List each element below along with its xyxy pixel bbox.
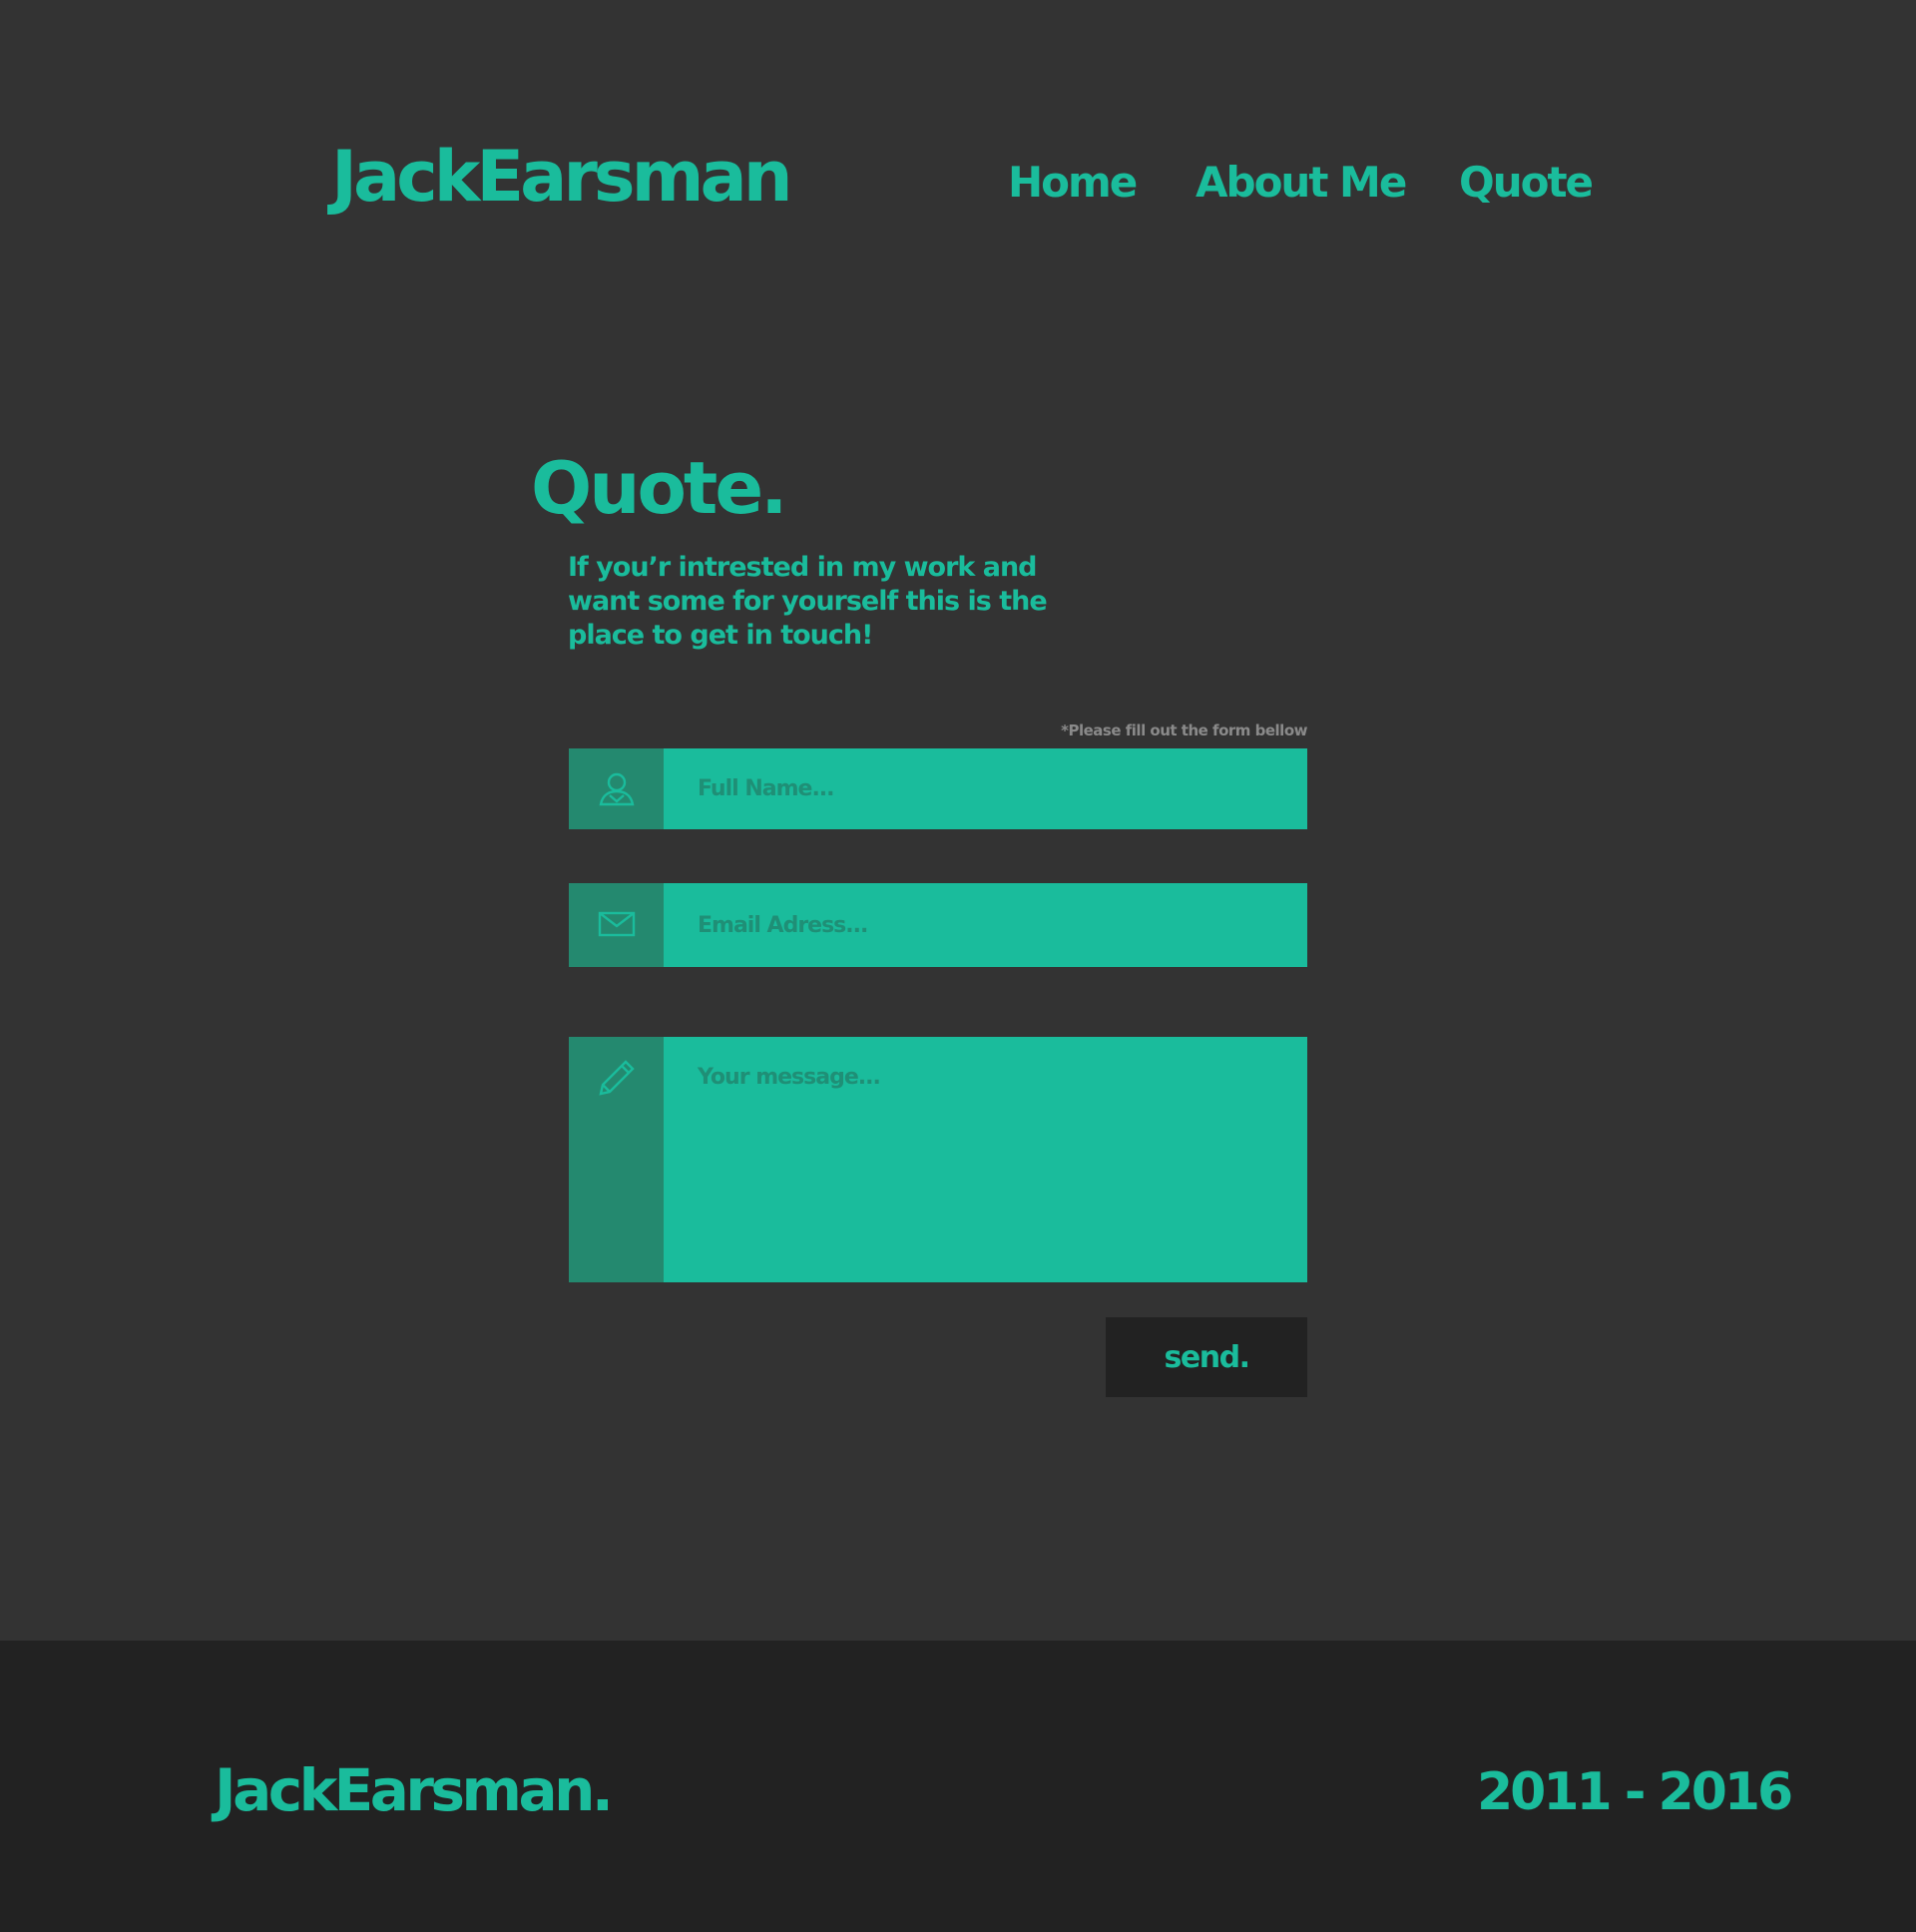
email-field <box>569 883 1307 967</box>
pencil-icon <box>599 1060 635 1096</box>
envelope-icon <box>598 911 636 937</box>
site-header: JackEarsman Home About Me Quote <box>0 0 1916 299</box>
send-button[interactable]: send. <box>1106 1317 1307 1397</box>
main-nav: Home About Me Quote <box>0 155 1916 215</box>
message-icon-panel <box>569 1037 664 1282</box>
nav-link-home[interactable]: Home <box>1008 155 1138 211</box>
message-textarea[interactable] <box>664 1037 1307 1282</box>
intro-text: If you’r intrested in my work and want s… <box>568 552 1048 651</box>
message-field <box>569 1037 1307 1282</box>
site-footer: JackEarsman. 2011 - 2016 <box>0 1641 1916 1932</box>
full-name-icon-panel <box>569 748 664 829</box>
email-input[interactable] <box>664 883 1307 967</box>
form-note: *Please fill out the form bellow <box>1061 722 1307 739</box>
page-title: Quote. <box>531 446 788 530</box>
footer-years: 2011 - 2016 <box>1477 1762 1793 1822</box>
full-name-input[interactable] <box>664 748 1307 829</box>
footer-logo: JackEarsman. <box>215 1756 614 1824</box>
user-icon <box>599 772 635 806</box>
nav-link-quote[interactable]: Quote <box>1459 155 1594 211</box>
full-name-field <box>569 748 1307 829</box>
nav-link-about-me[interactable]: About Me <box>1196 155 1407 211</box>
email-icon-panel <box>569 883 664 967</box>
